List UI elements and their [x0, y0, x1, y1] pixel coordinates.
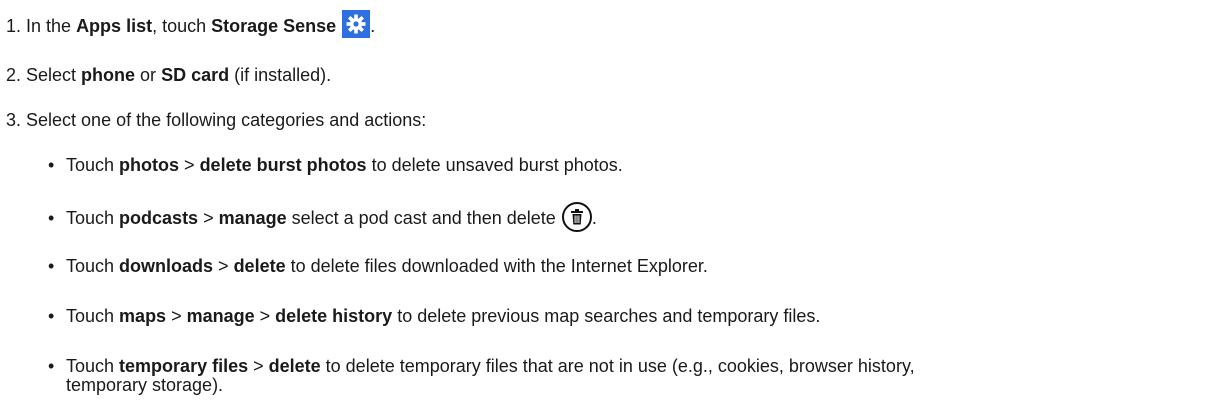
step-text: Select one of the following categories a… [21, 110, 427, 130]
step-2: 2. Select phone or SD card (if installed… [6, 65, 331, 85]
bullet-bold-term: maps [119, 306, 167, 326]
bullet-continuation: temporary storage). [66, 375, 224, 395]
bullet-text: to delete temporary files that are not i… [320, 356, 915, 376]
bullet-separator: > [248, 356, 269, 376]
step-bold-term: SD card [161, 65, 230, 85]
step-number: 1. [6, 16, 22, 36]
settings-gear-icon [342, 10, 371, 38]
bullet-text: Touch [66, 256, 120, 276]
bullet-bold-term: temporary files [119, 356, 249, 376]
step-1: 1. In the Apps list, touch Storage Sense… [6, 10, 375, 38]
step-text: . [370, 16, 376, 36]
bullet-separator: > [213, 256, 234, 276]
bullet-text: Touch [66, 306, 120, 326]
bullet-item-photos: • Touch photos > delete burst photos to d… [48, 155, 623, 175]
trash-icon [561, 202, 592, 232]
bullet-item-downloads: • Touch downloads > delete to delete file… [48, 256, 708, 276]
bullet-text: Touch [66, 208, 120, 228]
bullet-separator: > [166, 306, 187, 326]
bullet-text: to delete files downloaded with the Inte… [285, 256, 708, 276]
step-number: 3. [6, 110, 22, 130]
bullet-item-podcasts: • Touch podcasts > manage select a pod ca… [48, 202, 597, 232]
instruction-document: 1. In the Apps list, touch Storage Sense… [0, 0, 1224, 418]
step-text: , touch [152, 16, 212, 36]
bullet-bold-term: manage [218, 208, 287, 228]
bullet-bold-term: podcasts [119, 208, 199, 228]
bullet-text: to delete unsaved burst photos. [366, 155, 623, 175]
bullet-text: Touch [66, 356, 120, 376]
bullet-dot: • [48, 256, 55, 276]
bullet-bold-term: manage [186, 306, 255, 326]
step-bold-term: Storage Sense [211, 16, 337, 36]
step-text: Select [21, 65, 82, 85]
bullet-dot: • [48, 356, 55, 376]
bullet-bold-term: delete [233, 256, 286, 276]
step-bold-term: phone [81, 65, 136, 85]
bullet-separator: > [179, 155, 200, 175]
bullet-text: select a pod cast and then delete [286, 208, 556, 228]
bullet-bold-term: delete burst photos [199, 155, 367, 175]
bullet-dot: • [48, 306, 55, 326]
bullet-text: to delete previous map searches and temp… [392, 306, 821, 326]
step-bold-term: Apps list [76, 16, 153, 36]
bullet-text: Touch [66, 155, 120, 175]
bullet-bold-term: delete [268, 356, 321, 376]
step-text: (if installed). [229, 65, 332, 85]
step-text: or [135, 65, 162, 85]
bullet-separator: > [198, 208, 219, 228]
step-3: 3. Select one of the following categorie… [6, 110, 426, 130]
bullet-text: . [591, 208, 597, 228]
bullet-item-maps: • Touch maps > manage > delete history to… [48, 306, 820, 326]
bullet-bold-term: delete history [275, 306, 393, 326]
step-text: In the [21, 16, 77, 36]
bullet-dot: • [48, 208, 55, 228]
step-number: 2. [6, 65, 22, 85]
bullet-dot: • [48, 155, 55, 175]
bullet-separator: > [254, 306, 276, 326]
bullet-item-temporary-files: • Touch temporary files > delete to delet… [48, 356, 915, 376]
bullet-bold-term: photos [119, 155, 180, 175]
bullet-bold-term: downloads [119, 256, 214, 276]
